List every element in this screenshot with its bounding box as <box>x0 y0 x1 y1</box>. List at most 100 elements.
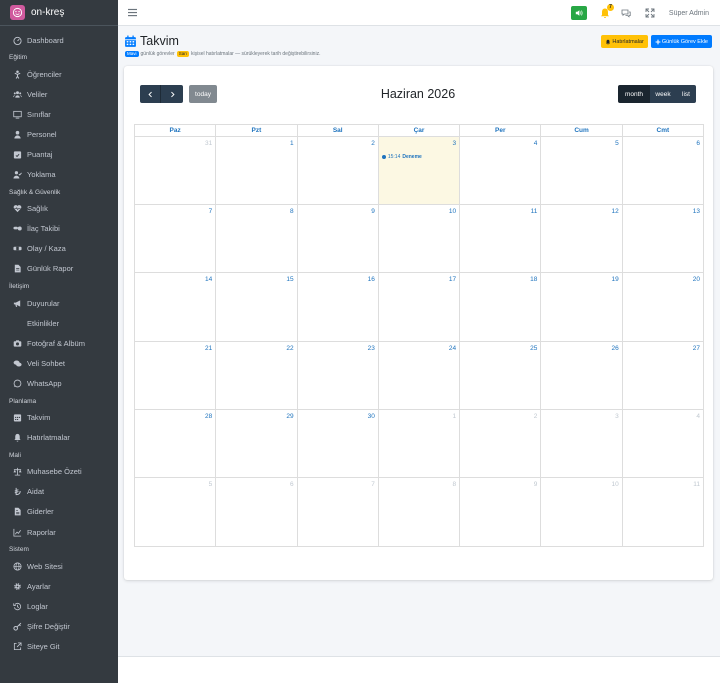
view-list-button[interactable]: list <box>676 85 696 103</box>
day-number[interactable]: 17 <box>449 276 456 283</box>
day-cell[interactable]: 1 <box>216 137 298 205</box>
day-cell[interactable]: 12 <box>541 205 623 273</box>
day-cell[interactable]: 4 <box>623 410 703 477</box>
day-number[interactable]: 5 <box>209 481 213 488</box>
day-number[interactable]: 28 <box>205 413 212 420</box>
sound-button[interactable] <box>570 6 587 20</box>
day-cell[interactable]: 22 <box>216 341 298 409</box>
calendar-event[interactable]: 15:14 Deneme <box>381 154 422 160</box>
sidebar-item-günlük-rapor[interactable]: Günlük Rapor <box>0 259 118 279</box>
day-cell[interactable]: 30 <box>298 409 379 477</box>
day-cell[interactable]: 7 <box>298 477 379 547</box>
day-number[interactable]: 22 <box>286 345 293 352</box>
day-number[interactable]: 14 <box>205 276 212 283</box>
day-cell[interactable]: 15 <box>216 273 298 341</box>
day-number[interactable]: 2 <box>534 413 538 420</box>
sidebar-item-muhasebe-özeti[interactable]: Muhasebe Özeti <box>0 462 118 482</box>
day-number[interactable]: 7 <box>371 481 375 488</box>
day-cell[interactable]: 6 <box>623 137 703 204</box>
next-button[interactable] <box>161 85 183 103</box>
day-number[interactable]: 7 <box>209 208 213 215</box>
day-cell[interactable]: 10 <box>379 205 461 273</box>
day-number[interactable]: 24 <box>449 345 456 352</box>
day-cell[interactable]: 20 <box>623 273 703 340</box>
day-number[interactable]: 21 <box>205 345 212 352</box>
day-number[interactable]: 4 <box>696 413 700 420</box>
day-cell[interactable]: 28 <box>135 409 217 477</box>
day-number[interactable]: 6 <box>696 140 700 147</box>
day-cell[interactable]: 27 <box>623 342 703 409</box>
brand[interactable]: on-kreş <box>0 0 118 26</box>
reminders-button[interactable]: Hatırlatmalar <box>601 35 648 48</box>
day-cell[interactable]: 10 <box>541 477 623 547</box>
day-cell[interactable]: 29 <box>216 409 298 477</box>
sidebar-item-şifre-değiştir[interactable]: Şifre Değiştir <box>0 616 118 636</box>
day-number[interactable]: 20 <box>693 276 700 283</box>
comments-icon[interactable] <box>621 8 631 18</box>
day-cell[interactable]: 3 <box>541 409 623 477</box>
day-number[interactable]: 23 <box>368 345 375 352</box>
sidebar-item-yoklama[interactable]: Yoklama <box>0 165 118 185</box>
day-cell[interactable]: 2 <box>460 409 542 477</box>
day-cell[interactable]: 14 <box>135 273 217 341</box>
day-number[interactable]: 27 <box>693 345 700 352</box>
sidebar-item-aidat[interactable]: Aidat <box>0 482 118 502</box>
add-daily-task-button[interactable]: Günlük Görev Ekle <box>650 35 712 48</box>
view-week-button[interactable]: week <box>650 85 676 103</box>
sidebar-item-loglar[interactable]: Loglar <box>0 596 118 616</box>
day-cell[interactable]: 25 <box>460 341 542 409</box>
day-number[interactable]: 8 <box>453 481 457 488</box>
day-cell[interactable]: 9 <box>298 205 379 273</box>
day-number[interactable]: 26 <box>611 345 618 352</box>
day-number[interactable]: 6 <box>290 481 294 488</box>
sidebar-item-i-laç-takibi[interactable]: İlaç Takibi <box>0 219 118 239</box>
sidebar-item-öğrenciler[interactable]: Öğrenciler <box>0 64 118 84</box>
sidebar-item-siteye-git[interactable]: Siteye Git <box>0 636 118 656</box>
sidebar-item-whatsapp[interactable]: WhatsApp <box>0 373 118 393</box>
day-cell[interactable]: 5 <box>541 137 623 205</box>
sidebar-item-olay-kaza[interactable]: Olay / Kaza <box>0 239 118 259</box>
day-cell[interactable]: 23 <box>298 341 379 409</box>
sidebar-item-web-sitesi[interactable]: Web Sitesi <box>0 556 118 576</box>
menu-toggle-icon[interactable] <box>128 8 137 17</box>
day-cell[interactable]: 8 <box>379 477 461 547</box>
today-button[interactable]: today <box>189 85 217 103</box>
day-number[interactable]: 1 <box>453 413 457 420</box>
view-month-button[interactable]: month <box>618 85 650 103</box>
day-cell[interactable]: 18 <box>460 273 542 341</box>
sidebar-item-sınıflar[interactable]: Sınıflar <box>0 104 118 124</box>
sidebar-item-dashboard[interactable]: Dashboard <box>0 30 118 50</box>
sidebar-item-duyurular[interactable]: Duyurular <box>0 293 118 313</box>
day-cell[interactable]: 2 <box>298 137 379 205</box>
day-number[interactable]: 5 <box>615 140 619 147</box>
day-cell[interactable]: 19 <box>541 273 623 341</box>
day-number[interactable]: 1 <box>290 140 294 147</box>
day-number[interactable]: 3 <box>615 413 619 420</box>
day-cell[interactable]: 17 <box>379 273 461 341</box>
day-number[interactable]: 18 <box>530 276 537 283</box>
user-name[interactable]: Süper Admin <box>669 10 709 17</box>
day-cell[interactable]: 8 <box>216 205 298 273</box>
day-number[interactable]: 10 <box>611 481 618 488</box>
sidebar-item-hatırlatmalar[interactable]: Hatırlatmalar <box>0 428 118 448</box>
day-cell[interactable]: 4 <box>460 137 542 205</box>
notifications-bell[interactable]: 7 <box>599 4 614 19</box>
day-cell[interactable]: 11 <box>460 205 542 273</box>
day-cell[interactable]: 6 <box>216 477 298 547</box>
sidebar-item-raporlar[interactable]: Raporlar <box>0 522 118 542</box>
sidebar-item-puantaj[interactable]: Puantaj <box>0 144 118 164</box>
day-number[interactable]: 12 <box>611 208 618 215</box>
day-number[interactable]: 25 <box>530 345 537 352</box>
day-number[interactable]: 13 <box>693 208 700 215</box>
day-number[interactable]: 8 <box>290 208 294 215</box>
day-number[interactable]: 29 <box>286 413 293 420</box>
day-cell[interactable]: 24 <box>379 341 461 409</box>
day-cell[interactable]: 16 <box>298 273 379 341</box>
sidebar-item-veli-sohbet[interactable]: Veli Sohbet <box>0 353 118 373</box>
day-cell[interactable]: 1 <box>379 409 461 477</box>
day-cell[interactable]: 26 <box>541 341 623 409</box>
day-cell[interactable]: 7 <box>135 205 217 273</box>
sidebar-item-ayarlar[interactable]: Ayarlar <box>0 576 118 596</box>
day-number[interactable]: 11 <box>693 481 700 488</box>
sidebar-item-giderler[interactable]: Giderler <box>0 502 118 522</box>
